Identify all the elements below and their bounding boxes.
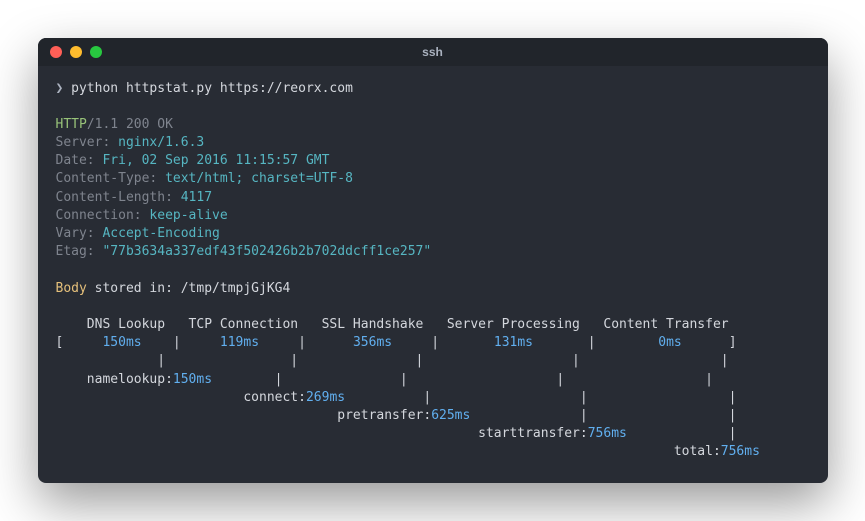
close-icon[interactable] <box>50 46 62 58</box>
timing-pipe-row: | | | | | <box>56 352 810 370</box>
starttransfer-value: 756ms <box>588 426 627 441</box>
header-date: Date: Fri, 02 Sep 2016 11:15:57 GMT <box>56 152 810 170</box>
pretransfer-value: 625ms <box>431 408 470 423</box>
body-label: Body <box>56 281 87 296</box>
http-proto: HTTP <box>56 117 87 132</box>
starttransfer-row: starttransfer:756ms | <box>56 425 810 443</box>
prompt-symbol: ❯ <box>56 81 64 96</box>
minimize-icon[interactable] <box>70 46 82 58</box>
terminal-window: ssh ❯ python httpstat.py https://reorx.c… <box>38 38 828 484</box>
dns-time: 150ms <box>87 335 157 350</box>
tcp-time: 119ms <box>204 335 274 350</box>
header-server: Server: nginx/1.6.3 <box>56 134 810 152</box>
titlebar: ssh <box>38 38 828 66</box>
traffic-lights <box>50 46 102 58</box>
server-time: 131ms <box>478 335 548 350</box>
command-text: python httpstat.py https://reorx.com <box>71 81 353 96</box>
body-path: /tmp/tmpjGjKG4 <box>181 281 291 296</box>
namelookup-value: 150ms <box>173 372 212 387</box>
header-vary: Vary: Accept-Encoding <box>56 225 810 243</box>
pretransfer-row: pretransfer:625ms | | <box>56 407 810 425</box>
zoom-icon[interactable] <box>90 46 102 58</box>
header-content-type: Content-Type: text/html; charset=UTF-8 <box>56 170 810 188</box>
timing-header: DNS Lookup TCP Connection SSL Handshake … <box>56 316 810 334</box>
body-line: Body stored in: /tmp/tmpjGjKG4 <box>56 280 810 298</box>
header-etag: Etag: "77b3634a337edf43f502426b2b702ddcf… <box>56 243 810 261</box>
connect-value: 269ms <box>306 390 345 405</box>
timing-values-row: [ 150ms | 119ms | 356ms | 131ms | 0ms ] <box>56 334 810 352</box>
transfer-time: 0ms <box>643 335 706 350</box>
http-version: /1.1 200 OK <box>87 117 173 132</box>
total-row: total:756ms <box>56 443 810 461</box>
header-content-length: Content-Length: 4117 <box>56 189 810 207</box>
prompt-line: ❯ python httpstat.py https://reorx.com <box>56 80 810 98</box>
connect-row: connect:269ms | | | <box>56 389 810 407</box>
ssl-time: 356ms <box>337 335 407 350</box>
total-value: 756ms <box>721 444 760 459</box>
terminal-content[interactable]: ❯ python httpstat.py https://reorx.com HT… <box>38 66 828 484</box>
window-title: ssh <box>422 45 443 59</box>
header-connection: Connection: keep-alive <box>56 207 810 225</box>
http-status-line: HTTP/1.1 200 OK <box>56 116 810 134</box>
namelookup-row: namelookup:150ms | | | | <box>56 371 810 389</box>
